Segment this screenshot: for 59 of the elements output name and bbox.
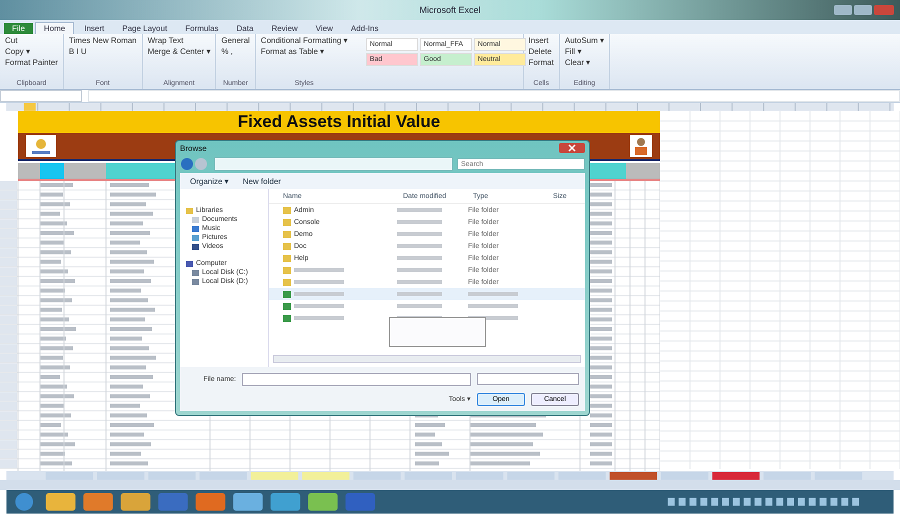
blurred-date-drawing [397,268,442,272]
person-icon [630,134,652,157]
ribbon-command[interactable]: % , [221,46,250,56]
ribbon-command[interactable]: Conditional Formatting ▾ [260,36,348,45]
blurred-date-drawing [397,292,442,296]
toolbar-button[interactable]: New folder [242,176,281,186]
ribbon-tab[interactable]: Data [228,22,262,34]
ribbon-command[interactable]: Cut [5,36,58,45]
dialog-title: Browse [180,144,207,152]
address-field[interactable] [214,157,453,171]
ribbon-command[interactable]: B I U [68,46,137,56]
back-forward-icon[interactable] [180,157,210,171]
toolbar-button[interactable]: Organize ▾ [190,176,229,186]
ribbon-command[interactable]: Format as Table ▾ [260,46,348,56]
ribbon-command[interactable]: Merge & Center ▾ [148,46,210,56]
blurred-name-drawing [294,304,344,308]
ribbon-tab[interactable]: Add-Ins [342,22,386,34]
sheet-title: Fixed Assets Initial Value [238,112,440,132]
ribbon-command[interactable]: Wrap Text [148,36,210,45]
ribbon-tab[interactable]: Page Layout [114,22,176,34]
ribbon-command[interactable]: Clear ▾ [564,58,604,67]
ribbon-command[interactable]: Format Painter [5,58,58,67]
blurred-date-drawing [397,232,442,236]
blurred-date-drawing [397,304,442,308]
blurred-name-drawing [294,280,344,284]
ribbon-tab[interactable]: Review [263,22,306,34]
window-title: Microsoft Excel [419,4,480,15]
blurred-date-drawing [397,220,442,224]
blurred-type-drawing [468,304,518,308]
file-name-field[interactable] [242,372,471,386]
ribbon-command[interactable]: Delete [528,46,554,56]
ribbon-tab[interactable]: View [308,22,341,34]
window-controls-icon [834,3,894,17]
blurred-date-drawing [397,208,442,212]
ribbon-tab[interactable]: Formulas [177,22,227,34]
blurred-type-drawing [468,292,518,296]
ribbon-command[interactable]: AutoSum ▾ [564,36,604,45]
ribbon-command[interactable]: Fill ▾ [564,46,604,56]
ribbon-command[interactable]: Format [528,58,554,67]
logo-icon [26,134,56,157]
blurred-date-drawing [397,280,442,284]
blurred-date-drawing [397,244,442,248]
ribbon-command[interactable]: Insert [528,36,554,45]
ribbon-tab[interactable]: Home [34,22,74,34]
ribbon-tab[interactable]: Insert [76,22,112,34]
scrollbar[interactable] [273,355,581,363]
blurred-date-drawing [397,256,442,260]
close-button[interactable] [559,143,585,153]
ribbon-command[interactable]: Copy ▾ [5,46,58,56]
name-box[interactable] [0,90,82,102]
blurred-name-drawing [294,292,344,296]
blurred-name-drawing [294,316,344,320]
file-type-dropdown[interactable] [477,373,579,385]
formula-field[interactable] [88,90,900,102]
ribbon-command[interactable]: General [221,36,250,45]
ribbon-command[interactable]: Times New Roman [68,36,137,45]
file-row[interactable] [269,288,585,300]
ribbon-tab[interactable]: File [4,22,33,34]
blurred-name-drawing [294,268,344,272]
